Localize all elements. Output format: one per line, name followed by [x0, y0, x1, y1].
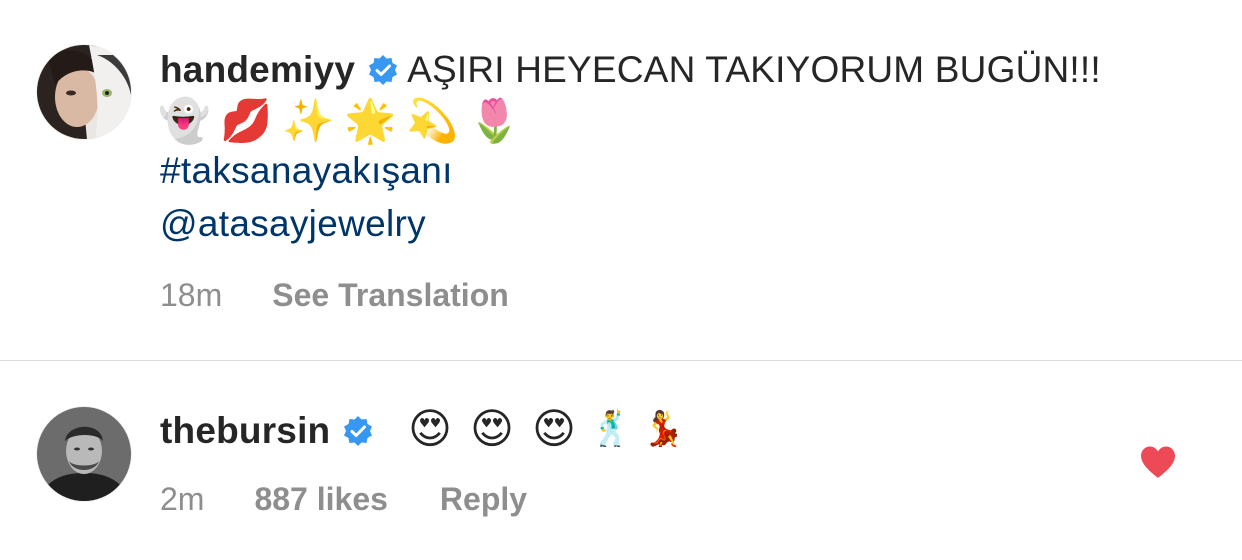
comment-text: AŞIRI HEYECAN TAKIYORUM BUGÜN!!!	[407, 49, 1101, 90]
comment-time: 2m	[160, 481, 205, 517]
verified-badge-icon	[344, 416, 373, 446]
comment-meta: 18m See Translation	[160, 277, 509, 314]
comment-emojis: 👻 💋 ✨ 🌟 💫 🌷	[158, 97, 520, 145]
verified-badge-icon	[369, 55, 398, 85]
heart-icon[interactable]	[1139, 445, 1177, 479]
avatar[interactable]	[37, 407, 131, 501]
comment-time: 18m	[160, 277, 223, 313]
likes-count-link[interactable]: 887 likes	[254, 481, 387, 518]
comment-username[interactable]: handemiyy	[160, 49, 355, 90]
sparkles-emoji: ✨	[282, 96, 335, 145]
mention-link[interactable]: @atasayjewelry	[160, 203, 426, 245]
comment-1-header: handemiyy AŞIRI HEYECAN TAKIYORUM BUGÜN!…	[160, 48, 1101, 92]
heart-eyes-emoji: 😍	[532, 404, 576, 453]
kiss-mark-emoji: 💋	[220, 96, 273, 145]
reply-button[interactable]: Reply	[440, 481, 527, 518]
man-dancing-emoji: 🕺	[590, 409, 633, 449]
heart-eyes-emoji: 😍	[408, 404, 452, 453]
divider	[0, 360, 1242, 361]
ghost-emoji: 👻	[158, 96, 211, 145]
woman-dancing-emoji: 💃	[642, 409, 685, 449]
heart-eyes-emoji: 😍	[470, 404, 514, 453]
dizzy-emoji: 💫	[406, 96, 459, 145]
comment-2-header: thebursin	[160, 409, 382, 453]
comment-username[interactable]: thebursin	[160, 410, 330, 451]
avatar-image	[37, 407, 131, 501]
comment-meta: 2m 887 likes Reply	[160, 481, 527, 518]
hashtag-link[interactable]: #taksanayakışanı	[160, 150, 453, 192]
avatar[interactable]	[37, 45, 131, 139]
avatar-image	[37, 45, 131, 139]
tulip-emoji: 🌷	[468, 96, 521, 145]
comment-emojis: 😍 😍 😍 🕺 💃	[404, 405, 684, 453]
see-translation-button[interactable]: See Translation	[272, 277, 509, 314]
glowing-star-emoji: 🌟	[344, 96, 397, 145]
